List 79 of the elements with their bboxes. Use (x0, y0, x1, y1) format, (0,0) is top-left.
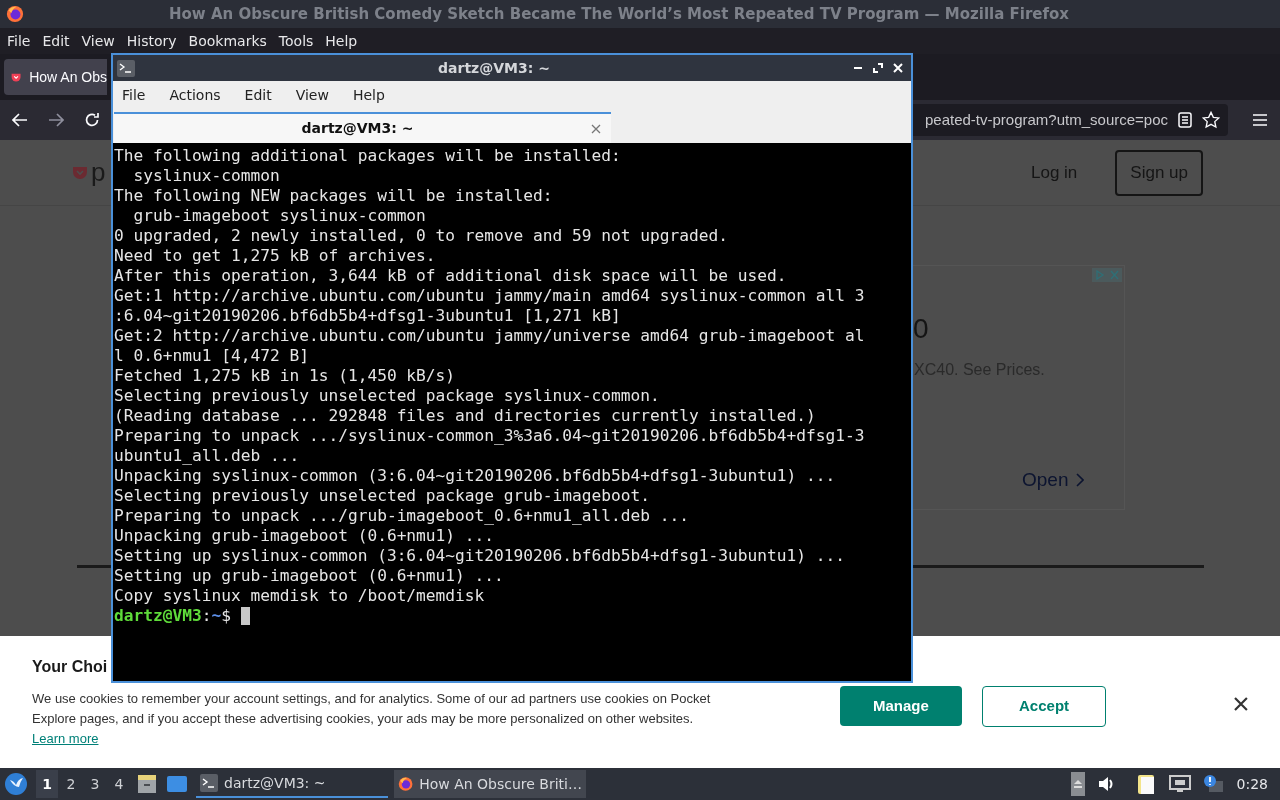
menu-icon[interactable] (1252, 113, 1268, 127)
reader-view-icon[interactable] (1178, 112, 1192, 128)
ad-headline: 0 (913, 312, 930, 346)
browser-tab[interactable]: How An Obs (4, 59, 107, 95)
terminal-line: syslinux-common (132, 166, 280, 186)
pocket-logo-icon (72, 165, 88, 180)
terminal-line: Preparing to unpack .../grub-imageboot_0.6+nmu1_all.deb ... (114, 506, 689, 526)
menu-item[interactable]: Help (352, 85, 385, 106)
terminal-line: Get:1 http://archive.ubuntu.com/ubuntu jammy/main amd64 syslinux-common all 3 (114, 286, 865, 306)
menu-item[interactable]: Tools (278, 30, 314, 52)
terminal-line: The following additional packages will be installed: (114, 146, 621, 166)
menu-item[interactable]: Actions (169, 85, 221, 106)
close-icon[interactable] (1234, 697, 1248, 711)
cookie-title: Your Choi (32, 657, 109, 677)
terminal-line: Get:2 http://archive.ubuntu.com/ubuntu jammy/universe amd64 grub-imageboot al (114, 326, 865, 346)
prompt-sign: $ (221, 606, 231, 626)
workspace-button[interactable]: 2 (60, 770, 82, 798)
terminal-line: Setting up grub-imageboot (0.6+nmu1) ... (114, 566, 504, 586)
terminal-line: l 0.6+nmu1 [4,472 B] (114, 346, 309, 366)
forward-icon[interactable] (48, 113, 64, 127)
start-menu-icon[interactable] (4, 772, 28, 796)
terminal-line: Selecting previously unselected package grub-imageboot. (114, 486, 650, 506)
firefox-icon (398, 775, 414, 793)
terminal-line: Copy syslinux memdisk to /boot/memdisk (114, 586, 485, 606)
terminal-icon (200, 774, 218, 792)
workspace-button[interactable]: 1 (36, 770, 58, 798)
terminal-line: Preparing to unpack .../syslinux-common_3%3a6.04~git20190206.bf6db5b4+dfsg1-3 (114, 426, 865, 446)
terminal-icon (117, 59, 135, 77)
menu-item[interactable]: History (126, 30, 177, 52)
terminal-line: Need to get 1,275 kB of archives. (114, 246, 436, 266)
task-button[interactable]: How An Obscure Briti… (394, 770, 586, 798)
terminal-line: grub-imageboot syslinux-common (132, 206, 426, 226)
menu-item[interactable]: Edit (244, 85, 272, 106)
terminal-line: Setting up syslinux-common (3:6.04~git20190206.bf6db5b4+dfsg1-3ubuntu1) ... (114, 546, 845, 566)
reload-icon[interactable] (84, 112, 100, 128)
accept-button[interactable]: Accept (982, 685, 1107, 727)
menu-item[interactable]: File (7, 30, 31, 52)
terminal-line: Unpacking grub-imageboot (0.6+nmu1) ... (114, 526, 495, 546)
terminal-line: After this operation, 3,644 kB of additional disk space will be used. (114, 266, 787, 286)
terminal-line: Fetched 1,275 kB in 1s (1,450 kB/s) (114, 366, 456, 386)
window-icon[interactable] (166, 775, 188, 793)
terminal-line: 0 upgraded, 2 newly installed, 0 to remove and 59 not upgraded. (114, 226, 728, 246)
menu-item[interactable]: Help (325, 30, 358, 52)
menu-item[interactable]: File (122, 85, 146, 106)
maximize-icon[interactable] (873, 63, 883, 73)
prompt-user: dartz@VM3 (114, 606, 202, 626)
chevron-right-icon (1076, 473, 1085, 488)
terminal-line: The following NEW packages will be installed: (114, 186, 553, 206)
clock[interactable]: 0:28 (1236, 773, 1268, 795)
text-cursor (240, 607, 250, 625)
star-icon[interactable] (1202, 111, 1220, 129)
menu-item[interactable]: View (295, 85, 329, 106)
file-cabinet-icon[interactable] (136, 773, 158, 795)
menu-item[interactable]: Bookmarks (188, 30, 267, 52)
workspace-button[interactable]: 4 (108, 770, 130, 798)
manage-button[interactable]: Manage (839, 686, 962, 726)
terminal-line: ubuntu1_all.deb ... (114, 446, 300, 466)
terminal-tab[interactable]: dartz@VM3: ~ (114, 112, 611, 143)
learn-more-link[interactable]: Learn more (32, 731, 99, 746)
terminal-line: Unpacking syslinux-common (3:6.04~git20190206.bf6db5b4+dfsg1-3ubuntu1) ... (114, 466, 836, 486)
firefox-icon (6, 5, 24, 23)
clipboard-icon[interactable] (1136, 773, 1157, 795)
menu-item[interactable]: View (81, 30, 115, 52)
task-button[interactable]: dartz@VM3: ~ (196, 770, 388, 798)
eject-icon[interactable] (1070, 772, 1085, 796)
window-title: How An Obscure British Comedy Sketch Became The World’s Most Repeated TV Program — Mozilla Firefox (168, 3, 1070, 25)
prompt-separator: : (201, 606, 212, 626)
menu-item[interactable]: Edit (42, 30, 70, 52)
network-icon[interactable] (1168, 775, 1191, 793)
workspace-button[interactable]: 3 (84, 770, 106, 798)
window-title: dartz@VM3: ~ (437, 58, 551, 78)
cookie-text: We use cookies to remember your account settings, and for analytics. Some of our ad partners use cookies on Pocket Explore pages, and if you accept these advertising cookies, your ads may be more personalized on other websites. Learn more (32, 690, 712, 748)
address-field[interactable]: peated-tv-program?utm_source=poc (913, 104, 1228, 136)
back-icon[interactable] (12, 113, 28, 127)
terminal-line: Selecting previously unselected package syslinux-common. (114, 386, 660, 406)
terminal-line: (Reading database ... 292848 files and directories currently installed.) (114, 406, 816, 426)
prompt-path: ~ (211, 606, 222, 626)
notification-icon[interactable] (1202, 774, 1225, 794)
terminal-line: :6.04~git20190206.bf6db5b4+dfsg1-3ubuntu1 [1,271 kB] (114, 306, 621, 326)
